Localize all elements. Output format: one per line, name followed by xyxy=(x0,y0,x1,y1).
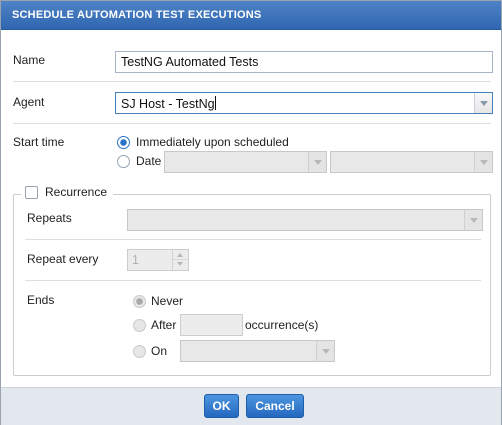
name-input[interactable]: TestNG Automated Tests xyxy=(115,51,493,73)
recurrence-checkbox[interactable] xyxy=(25,186,38,199)
chevron-down-icon[interactable] xyxy=(308,152,326,172)
ends-on-date-select[interactable] xyxy=(180,340,335,362)
recurrence-legend: Recurrence xyxy=(21,184,113,202)
immediately-radio[interactable] xyxy=(117,136,130,149)
dialog-title: SCHEDULE AUTOMATION TEST EXECUTIONS xyxy=(12,9,262,21)
ends-on-label[interactable]: On xyxy=(151,344,167,358)
immediately-label[interactable]: Immediately upon scheduled xyxy=(136,135,289,149)
divider xyxy=(25,280,481,281)
agent-label: Agent xyxy=(13,95,45,109)
ok-button[interactable]: OK xyxy=(204,394,239,418)
agent-select[interactable]: SJ Host - TestNg xyxy=(115,92,493,114)
date-label[interactable]: Date xyxy=(136,154,161,168)
time-select[interactable] xyxy=(330,151,493,173)
divider xyxy=(25,239,481,240)
dialog-title-bar[interactable]: SCHEDULE AUTOMATION TEST EXECUTIONS xyxy=(1,1,501,30)
chevron-down-icon[interactable] xyxy=(464,210,482,230)
chevron-down-icon[interactable] xyxy=(316,341,334,361)
repeat-every-stepper[interactable]: 1 xyxy=(127,249,189,271)
start-time-label: Start time xyxy=(13,135,65,149)
occurrences-input[interactable] xyxy=(180,314,243,336)
chevron-down-icon[interactable] xyxy=(474,93,492,113)
divider xyxy=(13,81,491,82)
schedule-dialog: SCHEDULE AUTOMATION TEST EXECUTIONS Name… xyxy=(0,0,502,425)
ends-never-radio[interactable] xyxy=(133,295,146,308)
repeats-label: Repeats xyxy=(27,211,72,225)
stepper-up-icon[interactable] xyxy=(173,250,188,260)
chevron-down-icon[interactable] xyxy=(474,152,492,172)
stepper-down-icon[interactable] xyxy=(173,260,188,270)
cancel-button[interactable]: Cancel xyxy=(246,394,304,418)
repeat-every-label: Repeat every xyxy=(27,252,99,266)
divider xyxy=(13,123,491,124)
agent-select-value: SJ Host - TestNg xyxy=(121,97,215,111)
date-radio[interactable] xyxy=(117,155,130,168)
name-label: Name xyxy=(13,53,46,67)
ends-label: Ends xyxy=(27,293,55,307)
ends-on-radio[interactable] xyxy=(133,345,146,358)
ends-after-label[interactable]: After xyxy=(151,318,176,332)
recurrence-label[interactable]: Recurrence xyxy=(45,185,107,199)
repeats-select[interactable] xyxy=(127,209,483,231)
occurrences-label: occurrence(s) xyxy=(245,318,319,332)
ends-after-radio[interactable] xyxy=(133,319,146,332)
ends-never-label[interactable]: Never xyxy=(151,294,183,308)
repeat-every-value: 1 xyxy=(132,253,139,267)
date-select[interactable] xyxy=(164,151,327,173)
